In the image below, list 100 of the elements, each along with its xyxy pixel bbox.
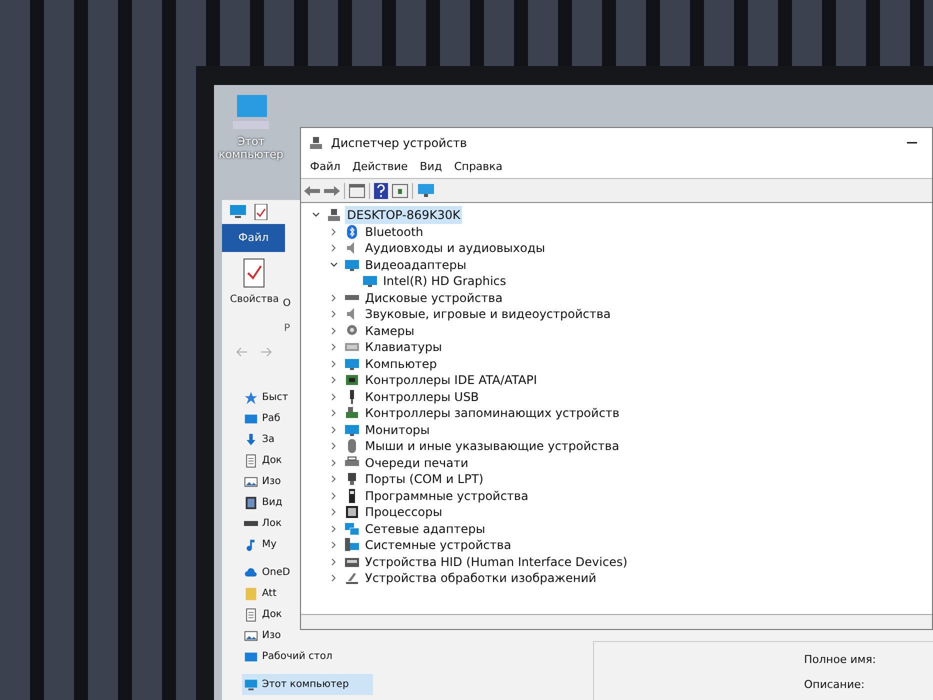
- chevron-right-icon[interactable]: [330, 310, 338, 318]
- picture-icon: [244, 628, 258, 642]
- desktop-icon: [244, 650, 258, 664]
- tree-item[interactable]: Системные устройства: [363, 536, 514, 554]
- minimize-icon: [907, 142, 917, 144]
- chevron-down-icon[interactable]: [330, 260, 338, 269]
- tree-item[interactable]: Bluetooth: [363, 222, 426, 241]
- film-icon: [244, 496, 258, 510]
- chevron-right-icon[interactable]: [330, 343, 338, 352]
- nav-item[interactable]: Док: [242, 450, 286, 471]
- tree-item[interactable]: Процессоры: [363, 503, 444, 522]
- chevron-right-icon[interactable]: [330, 392, 338, 401]
- desktop-icon-label: Этот компьютер: [218, 135, 284, 161]
- chevron-right-icon[interactable]: [330, 558, 338, 566]
- window-icon[interactable]: [392, 184, 408, 198]
- tree-item[interactable]: DESKTOP-869K30K: [345, 206, 462, 224]
- network-icon: [345, 522, 359, 536]
- arrow-right-icon[interactable]: [324, 184, 340, 196]
- nav-item[interactable]: Док: [242, 604, 286, 625]
- star-icon: [244, 390, 258, 404]
- tree-item[interactable]: Видеоадаптеры: [363, 256, 468, 274]
- menu-item[interactable]: Вид: [414, 159, 448, 176]
- tree-item[interactable]: Аудиовходы и аудиовыходы: [363, 239, 548, 258]
- processor-icon: [345, 505, 359, 520]
- nav-item[interactable]: Рабочий стол: [242, 646, 336, 667]
- menu-item[interactable]: Файл: [305, 159, 346, 176]
- tree-item[interactable]: Мыши и иные указывающие устройства: [363, 437, 622, 456]
- chevron-right-icon[interactable]: [330, 492, 338, 500]
- tree-item[interactable]: Дисковые устройства: [363, 288, 505, 307]
- nav-item[interactable]: Изо: [242, 471, 285, 492]
- menu-item[interactable]: Действие: [347, 159, 413, 176]
- chevron-right-icon[interactable]: [330, 326, 338, 335]
- tree-item[interactable]: Программные устройства: [363, 486, 530, 505]
- monitor-icon: [345, 422, 359, 437]
- tree-item[interactable]: Клавиатуры: [363, 338, 444, 356]
- tree-item[interactable]: Устройства обработки изображений: [363, 569, 598, 588]
- tree-item[interactable]: Intel(R) HD Graphics: [381, 272, 508, 290]
- monitor-icon: [363, 274, 377, 288]
- chevron-right-icon[interactable]: [330, 244, 338, 252]
- chevron-right-icon[interactable]: [330, 574, 338, 582]
- nav-item[interactable]: Этот компьютер: [242, 674, 373, 695]
- help-icon[interactable]: [374, 182, 388, 198]
- properties-icon[interactable]: [254, 204, 268, 220]
- ribbon-item[interactable]: О: [282, 298, 291, 310]
- monitor-icon[interactable]: [417, 184, 435, 198]
- tree-item[interactable]: Контроллеры USB: [363, 388, 481, 406]
- nav-item[interactable]: OneD: [242, 562, 294, 583]
- chevron-right-icon[interactable]: [330, 458, 338, 467]
- drive-icon: [244, 521, 258, 526]
- chevron-right-icon[interactable]: [330, 294, 338, 302]
- arrow-left-icon[interactable]: [304, 184, 320, 196]
- chevron-right-icon[interactable]: [330, 426, 338, 434]
- chevron-right-icon[interactable]: [330, 524, 338, 533]
- nav-item[interactable]: Att: [242, 583, 281, 604]
- nav-item[interactable]: Лок: [242, 513, 286, 534]
- tree-item[interactable]: Контроллеры запоминающих устройств: [363, 404, 622, 422]
- tree-item[interactable]: Сетевые адаптеры: [363, 520, 488, 538]
- nav-item[interactable]: За: [242, 429, 279, 450]
- chip-icon: [345, 373, 359, 388]
- nav-item[interactable]: Вид: [242, 492, 286, 513]
- chevron-right-icon[interactable]: [330, 541, 338, 550]
- window-icon[interactable]: [349, 184, 365, 198]
- window-title: Диспетчер устройств: [331, 134, 468, 152]
- nav-item[interactable]: Му: [242, 534, 281, 555]
- tree-item[interactable]: Звуковые, игровые и видеоустройства: [363, 305, 613, 324]
- details-label: Описание:: [804, 676, 865, 692]
- chevron-right-icon[interactable]: [330, 409, 338, 418]
- mouse-icon: [345, 439, 359, 454]
- chevron-right-icon[interactable]: [330, 475, 338, 484]
- system-icon: [345, 538, 359, 552]
- tree-item[interactable]: Устройства HID (Human Interface Devices): [363, 552, 630, 571]
- download-icon: [244, 432, 258, 446]
- file-tab[interactable]: Файл: [222, 224, 285, 252]
- monitor-icon: [345, 258, 359, 272]
- cloud-icon: [244, 566, 258, 580]
- tree-item[interactable]: Контроллеры IDE ATA/ATAPI: [363, 371, 540, 390]
- nav-item[interactable]: Раб: [242, 408, 284, 429]
- menu-item[interactable]: Справка: [449, 159, 508, 176]
- chevron-right-icon[interactable]: [330, 442, 338, 450]
- tree-item[interactable]: Камеры: [363, 322, 416, 340]
- monitor-icon: [244, 678, 258, 692]
- drive-icon: [345, 295, 359, 300]
- tree-item[interactable]: Компьютер: [363, 354, 439, 373]
- nav-item[interactable]: Изо: [242, 625, 285, 646]
- webcam-icon: [345, 324, 359, 338]
- tree-item[interactable]: Порты (COM и LPT): [363, 470, 486, 488]
- chevron-right-icon[interactable]: [330, 508, 338, 516]
- document-icon: [244, 454, 258, 468]
- monitor-icon[interactable]: [230, 205, 246, 219]
- folder-icon: [244, 586, 258, 600]
- chevron-right-icon[interactable]: [330, 376, 338, 384]
- nav-item[interactable]: Быст: [242, 387, 292, 408]
- storage-icon: [345, 406, 359, 420]
- chevron-right-icon[interactable]: [330, 360, 338, 368]
- properties-button[interactable]: Свойства: [230, 258, 279, 307]
- tree-item[interactable]: Очереди печати: [363, 454, 470, 472]
- chevron-down-icon[interactable]: [312, 211, 320, 220]
- tree-item[interactable]: Мониторы: [363, 420, 432, 439]
- chevron-right-icon[interactable]: [330, 228, 338, 236]
- computer-icon: [327, 208, 341, 222]
